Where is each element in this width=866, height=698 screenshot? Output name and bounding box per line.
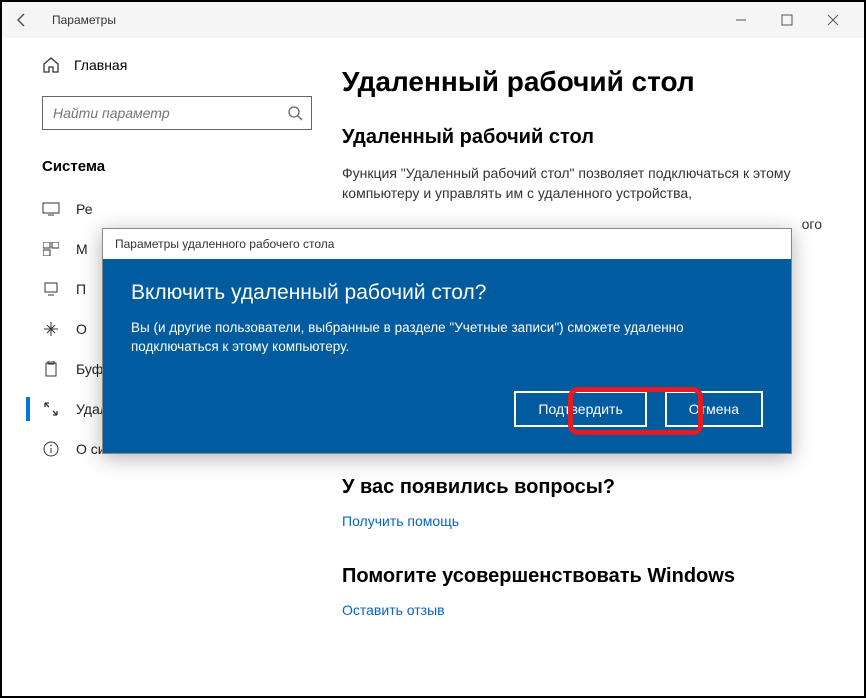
cancel-button[interactable]: Отмена [665,391,763,427]
nav-label: М [76,241,88,257]
remote-icon [42,401,60,417]
section-title: Удаленный рабочий стол [342,126,832,149]
window-title: Параметры [52,13,116,27]
description-text: Функция "Удаленный рабочий стол" позволя… [342,163,832,204]
back-button[interactable] [10,8,34,32]
feedback-link[interactable]: Оставить отзыв [342,602,832,618]
minimize-button[interactable] [718,4,764,36]
info-icon [42,441,60,457]
dialog-heading: Включить удаленный рабочий стол? [131,281,763,305]
close-button[interactable] [810,4,856,36]
home-label: Главная [74,57,127,73]
nav-label: Ре [76,201,93,217]
maximize-button[interactable] [764,4,810,36]
multitask-icon [42,242,60,256]
shared-icon [42,321,60,337]
dialog-body-text: Вы (и другие пользователи, выбранные в р… [131,319,763,357]
confirm-dialog: Параметры удаленного рабочего стола Вклю… [102,228,792,454]
search-field[interactable] [53,105,287,121]
clipboard-icon [42,361,60,377]
search-icon [287,105,303,121]
improve-heading: Помогите усовершенствовать Windows [342,565,832,588]
home-nav[interactable]: Главная [42,56,330,74]
dialog-title: Параметры удаленного рабочего стола [103,229,791,259]
titlebar: Параметры [2,2,864,38]
page-title: Удаленный рабочий стол [342,66,832,98]
questions-heading: У вас появились вопросы? [342,476,832,499]
help-link[interactable]: Получить помощь [342,513,832,529]
home-icon [42,56,60,74]
section-heading: Система [42,158,330,175]
nav-label: О [76,321,87,337]
nav-item-resolution[interactable]: Ре [2,189,330,229]
confirm-button[interactable]: Подтвердить [514,391,646,427]
nav-label: П [76,281,86,297]
projection-icon [42,281,60,297]
search-input[interactable] [42,96,312,130]
monitor-icon [42,202,60,216]
